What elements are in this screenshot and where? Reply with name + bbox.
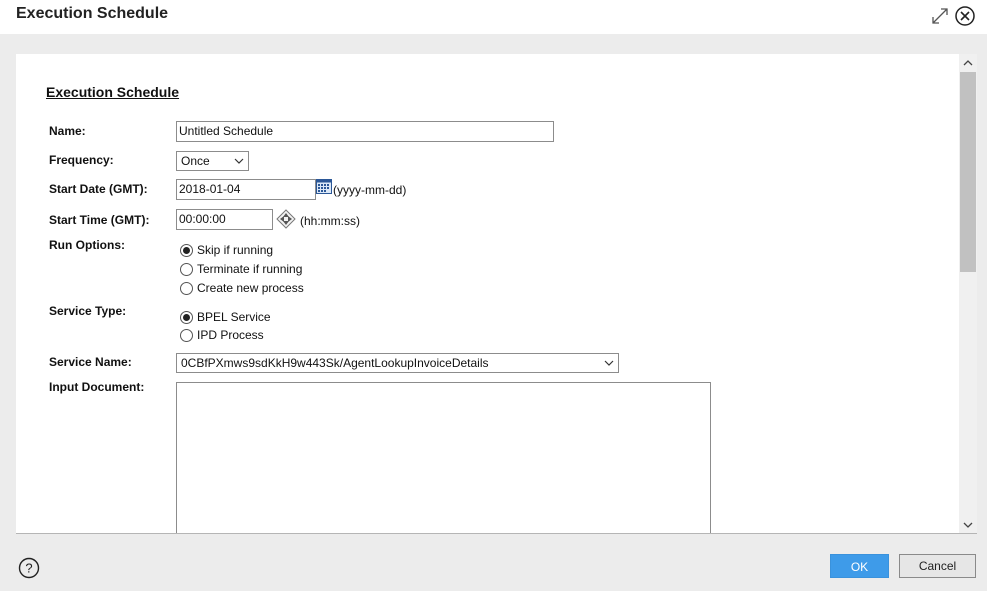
calendar-icon[interactable] bbox=[316, 179, 332, 194]
content-panel: Execution Schedule Name: Untitled Schedu… bbox=[16, 54, 977, 534]
vertical-scrollbar[interactable] bbox=[959, 54, 977, 533]
radio-button[interactable] bbox=[180, 311, 193, 324]
cancel-button[interactable]: Cancel bbox=[899, 554, 976, 578]
start-date-label: Start Date (GMT): bbox=[49, 182, 148, 196]
service-type-label: Service Type: bbox=[49, 304, 127, 318]
service-name-select[interactable]: 0CBfPXmws9sdKkH9w443Sk/AgentLookupInvoic… bbox=[176, 353, 619, 373]
scroll-up-icon[interactable] bbox=[962, 58, 974, 68]
input-document-textarea[interactable] bbox=[176, 382, 711, 533]
frequency-label: Frequency: bbox=[49, 153, 114, 167]
frequency-select[interactable]: Once bbox=[176, 151, 249, 171]
ok-button[interactable]: OK bbox=[830, 554, 889, 578]
start-date-hint: (yyyy-mm-dd) bbox=[333, 183, 407, 197]
input-document-label: Input Document: bbox=[49, 380, 145, 394]
scrollbar-thumb[interactable] bbox=[960, 72, 976, 272]
svg-text:?: ? bbox=[25, 561, 32, 576]
radio-label: Create new process bbox=[197, 281, 304, 295]
start-time-label: Start Time (GMT): bbox=[49, 213, 150, 227]
time-spinner-icon[interactable] bbox=[276, 209, 296, 229]
expand-icon[interactable] bbox=[930, 6, 950, 26]
name-input[interactable]: Untitled Schedule bbox=[176, 121, 554, 142]
form-area: Execution Schedule Name: Untitled Schedu… bbox=[16, 54, 959, 533]
help-icon[interactable]: ? bbox=[18, 557, 40, 579]
start-time-input[interactable]: 00:00:00 bbox=[176, 209, 273, 230]
service-name-value: 0CBfPXmws9sdKkH9w443Sk/AgentLookupInvoic… bbox=[181, 356, 489, 370]
radio-button[interactable] bbox=[180, 282, 193, 295]
radio-label: Terminate if running bbox=[197, 262, 303, 276]
radio-label: IPD Process bbox=[197, 328, 264, 342]
run-options-label: Run Options: bbox=[49, 238, 125, 252]
start-date-input[interactable]: 2018-01-04 bbox=[176, 179, 316, 200]
radio-button[interactable] bbox=[180, 263, 193, 276]
scroll-down-icon[interactable] bbox=[962, 520, 974, 530]
service-name-label: Service Name: bbox=[49, 355, 132, 369]
chevron-down-icon bbox=[604, 360, 614, 366]
start-time-hint: (hh:mm:ss) bbox=[300, 214, 360, 228]
radio-button[interactable] bbox=[180, 329, 193, 342]
chevron-down-icon bbox=[234, 158, 244, 164]
title-bar: Execution Schedule bbox=[0, 0, 987, 34]
radio-label: Skip if running bbox=[197, 243, 274, 257]
section-title: Execution Schedule bbox=[46, 84, 180, 100]
execution-schedule-dialog: Execution Schedule Execution Schedule Na… bbox=[0, 0, 987, 591]
name-label: Name: bbox=[49, 124, 86, 138]
radio-button[interactable] bbox=[180, 244, 193, 257]
frequency-value: Once bbox=[181, 154, 210, 168]
radio-label: BPEL Service bbox=[197, 310, 271, 324]
close-circle-icon[interactable] bbox=[954, 5, 976, 27]
dialog-title: Execution Schedule bbox=[16, 5, 169, 22]
